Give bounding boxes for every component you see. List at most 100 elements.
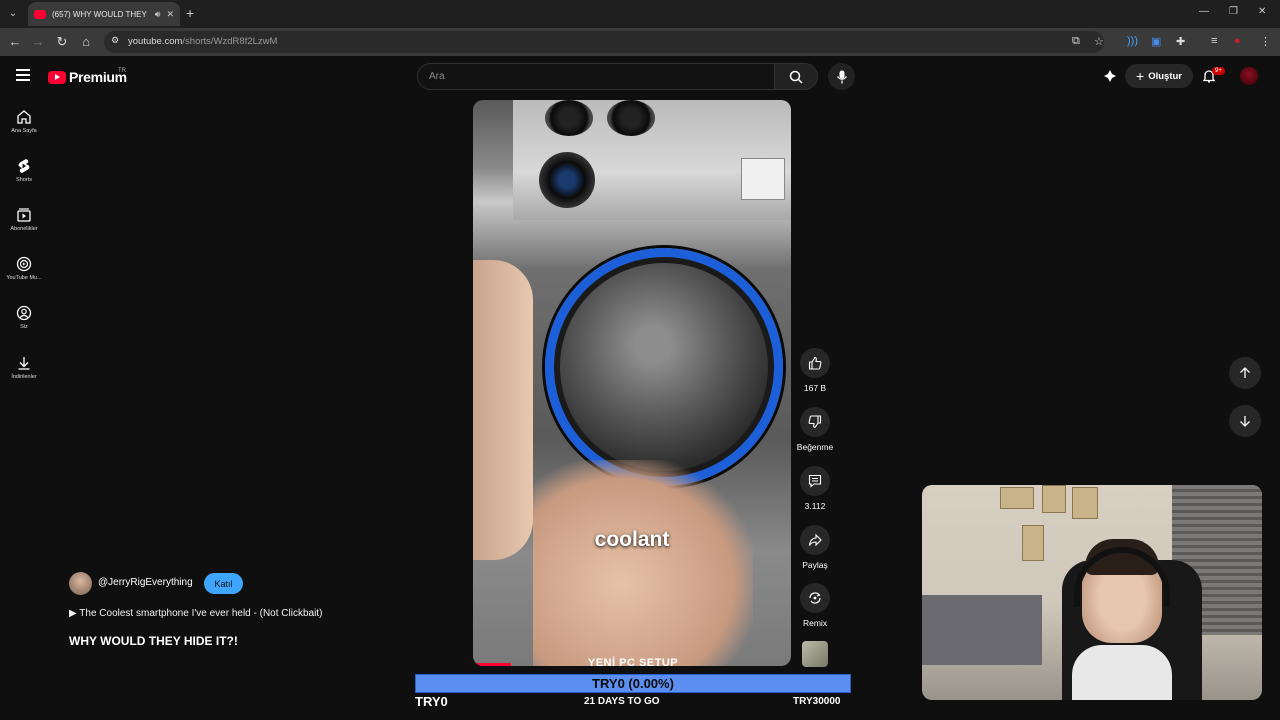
reload-icon[interactable]: ↻ <box>54 34 70 50</box>
webcam-wall-poster <box>1072 487 1098 519</box>
tab-close-icon[interactable]: ✕ <box>166 9 174 20</box>
sidebar-item-youtube-music[interactable]: YouTube Mu... <box>0 256 48 281</box>
video-camera-lens <box>545 100 593 136</box>
webcam-bed <box>922 595 1042 665</box>
like-button[interactable] <box>800 348 830 378</box>
webcam-wall-poster <box>1022 525 1044 561</box>
new-tab-button[interactable]: + <box>186 5 194 21</box>
previous-short-button[interactable] <box>1229 357 1261 389</box>
url-text[interactable]: youtube.com/shorts/WzdR8f2LzwM <box>128 36 277 47</box>
you-icon <box>16 305 32 321</box>
tab-search-dropdown[interactable]: ⌄ <box>4 4 22 22</box>
minimize-icon[interactable]: — <box>1199 6 1209 17</box>
camera-search-icon[interactable] <box>1103 69 1117 83</box>
site-info-icon[interactable]: ⚙ <box>111 35 119 46</box>
remix-action[interactable]: Remix <box>795 583 835 628</box>
streamer-webcam <box>922 485 1262 700</box>
video-snapdragon-chip <box>741 158 785 200</box>
sidebar-item-label: İndirilenler <box>11 374 37 380</box>
voice-search-button[interactable] <box>828 63 855 90</box>
home-icon[interactable]: ⌂ <box>78 34 94 49</box>
sidebar-item-label: Abonelikler <box>10 226 38 232</box>
close-window-icon[interactable]: ✕ <box>1258 6 1266 17</box>
video-small-fan <box>539 152 595 208</box>
account-avatar[interactable] <box>1240 67 1258 85</box>
install-app-icon[interactable]: ⧉ <box>1072 35 1080 48</box>
next-short-button[interactable] <box>1229 405 1261 437</box>
youtube-logo[interactable]: Premium <box>48 69 127 85</box>
join-button[interactable]: Katıl <box>204 573 243 594</box>
thumbs-down-icon <box>808 415 822 429</box>
video-hand <box>473 260 533 560</box>
dislike-action[interactable]: Beğenme <box>795 407 835 452</box>
related-video-link[interactable]: ▶ The Coolest smartphone I've ever held … <box>69 608 322 619</box>
channel-name[interactable]: @JerryRigEverything <box>98 577 193 588</box>
dislike-label: Beğenme <box>796 442 834 452</box>
video-title: WHY WOULD THEY HIDE IT?! <box>69 634 238 648</box>
share-arrow-icon <box>808 533 822 547</box>
extension-audio-icon[interactable]: ))) <box>1127 35 1138 47</box>
url-domain: youtube.com <box>128 36 183 47</box>
speaker-icon[interactable]: 🔊︎ <box>155 9 161 20</box>
like-count: 167 B <box>803 383 827 393</box>
youtube-music-icon <box>16 256 32 272</box>
search-input[interactable] <box>417 63 775 90</box>
tab-title: (657) WHY WOULD THEY H <box>52 9 149 19</box>
donation-target-amount: TRY30000 <box>793 696 841 707</box>
sidebar-item-label: Siz <box>20 324 28 330</box>
donation-goal-bar: TRY0 (0.00%) <box>415 674 851 693</box>
webcam-wall-poster <box>1000 487 1034 509</box>
browser-tab[interactable]: (657) WHY WOULD THEY H 🔊︎ ✕ <box>28 2 180 26</box>
share-button[interactable] <box>800 525 830 555</box>
browser-tab-bar: ⌄ (657) WHY WOULD THEY H 🔊︎ ✕ + — ❐ ✕ <box>0 0 1280 28</box>
channel-avatar[interactable] <box>69 572 92 595</box>
dislike-button[interactable] <box>800 407 830 437</box>
sidebar-item-you[interactable]: Siz <box>0 305 48 330</box>
sidebar-item-label: YouTube Mu... <box>6 275 42 281</box>
profile-icon[interactable]: ● <box>1234 35 1241 47</box>
sidebar-item-label: Shorts <box>16 177 32 183</box>
comments-button[interactable] <box>800 466 830 496</box>
sidebar-item-home[interactable]: Ana Sayfa <box>0 109 48 134</box>
hamburger-menu-icon[interactable] <box>16 69 30 81</box>
video-cooling-fan <box>545 248 783 486</box>
home-icon <box>17 110 31 124</box>
country-code: TR <box>118 68 126 74</box>
sidebar-item-subscriptions[interactable]: Abonelikler <box>0 207 48 232</box>
restore-icon[interactable]: ❐ <box>1229 6 1238 17</box>
back-icon[interactable]: ← <box>7 34 23 49</box>
thumbs-up-icon <box>808 356 822 370</box>
sidebar-item-shorts[interactable]: Shorts <box>0 158 48 183</box>
search-placeholder: Ara <box>429 71 445 82</box>
microphone-icon <box>836 70 847 83</box>
remix-button[interactable] <box>800 583 830 613</box>
translate-icon[interactable]: ▣ <box>1151 35 1161 48</box>
forward-icon[interactable]: → <box>30 34 46 49</box>
browser-menu-icon[interactable]: ⋮ <box>1260 35 1271 48</box>
share-action[interactable]: Paylaş <box>795 525 835 570</box>
create-button[interactable]: + Oluştur <box>1125 64 1193 88</box>
webcam-person-body <box>1072 645 1172 700</box>
shorts-icon <box>18 159 30 173</box>
video-caption: coolant <box>594 528 670 551</box>
remix-icon <box>809 592 821 604</box>
search-button[interactable] <box>774 63 818 90</box>
youtube-play-icon <box>48 70 66 84</box>
bookmark-star-icon[interactable]: ☆ <box>1094 35 1104 48</box>
downloads-icon <box>18 357 30 370</box>
donation-current-amount: TRY0 <box>415 694 448 709</box>
comments-action[interactable]: 3.112 <box>795 466 835 511</box>
subscriptions-icon <box>17 208 31 222</box>
url-path: /shorts/WzdR8f2LzwM <box>182 36 278 47</box>
video-fingers <box>533 460 753 666</box>
remix-label: Remix <box>802 618 828 628</box>
like-action[interactable]: 167 B <box>795 348 835 393</box>
comment-count: 3.112 <box>804 501 826 511</box>
search-icon <box>789 70 803 84</box>
extensions-icon[interactable]: ✚ <box>1176 35 1185 48</box>
sidebar-item-downloads[interactable]: İndirilenler <box>0 355 48 380</box>
comment-icon <box>808 474 822 488</box>
short-video-player[interactable]: coolant <box>473 100 791 666</box>
media-control-icon[interactable]: ≡ <box>1211 35 1217 47</box>
arrow-up-icon <box>1240 367 1250 378</box>
